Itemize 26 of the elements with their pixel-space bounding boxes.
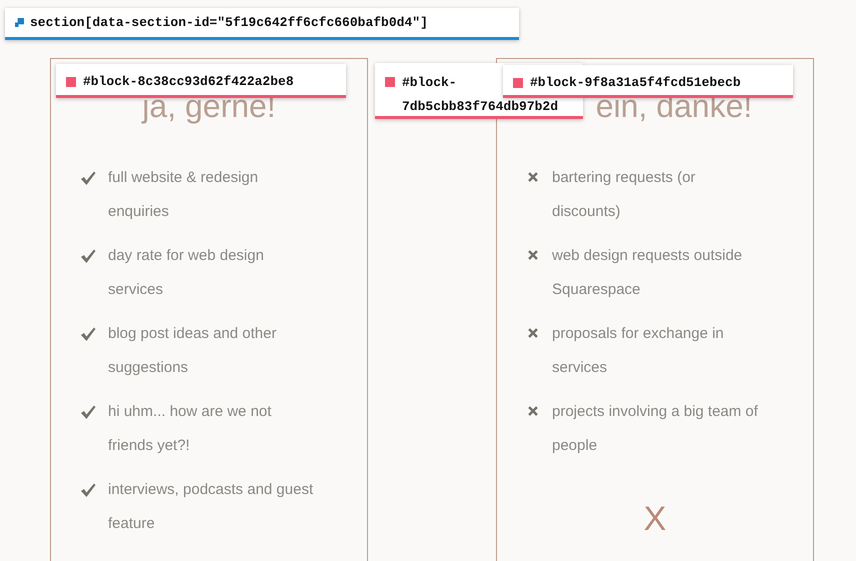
x-mark: X xyxy=(644,499,666,539)
block-selector: #block- xyxy=(402,74,457,92)
cross-icon xyxy=(526,326,540,340)
list-item-text: day rate for web design services xyxy=(108,246,265,300)
cross-icon xyxy=(526,404,540,418)
list-item-text: projects involving a big team of people xyxy=(552,402,759,456)
section-icon xyxy=(15,18,24,27)
block-icon xyxy=(513,78,523,88)
block-icon xyxy=(66,77,76,87)
block-selector: 7db5cbb83f764db97b2d xyxy=(402,98,558,116)
checkmark-icon xyxy=(80,170,96,186)
checkmark-icon xyxy=(80,404,96,420)
checkmark-icon xyxy=(80,326,96,342)
list-item-text: proposals for exchange in services xyxy=(552,324,725,378)
list-item-text: bartering requests (or discounts) xyxy=(552,168,696,222)
list-item-text: web design requests outside Squarespace xyxy=(552,246,744,300)
cross-icon xyxy=(526,248,540,262)
checkmark-icon xyxy=(80,482,96,498)
block-icon xyxy=(385,77,395,87)
list-item-text: interviews, podcasts and guest feature xyxy=(108,480,314,534)
list-item-text: blog post ideas and other suggestions xyxy=(108,324,278,378)
list-item-text: hi uhm... how are we not friends yet?! xyxy=(108,402,272,456)
section-selector: section[data-section-id="5f19c642ff6cfc660bafb0d4"] xyxy=(30,15,428,30)
checkmark-icon xyxy=(80,248,96,264)
cross-icon xyxy=(526,170,540,184)
list-item-text: full website & redesign enquiries xyxy=(108,168,260,222)
